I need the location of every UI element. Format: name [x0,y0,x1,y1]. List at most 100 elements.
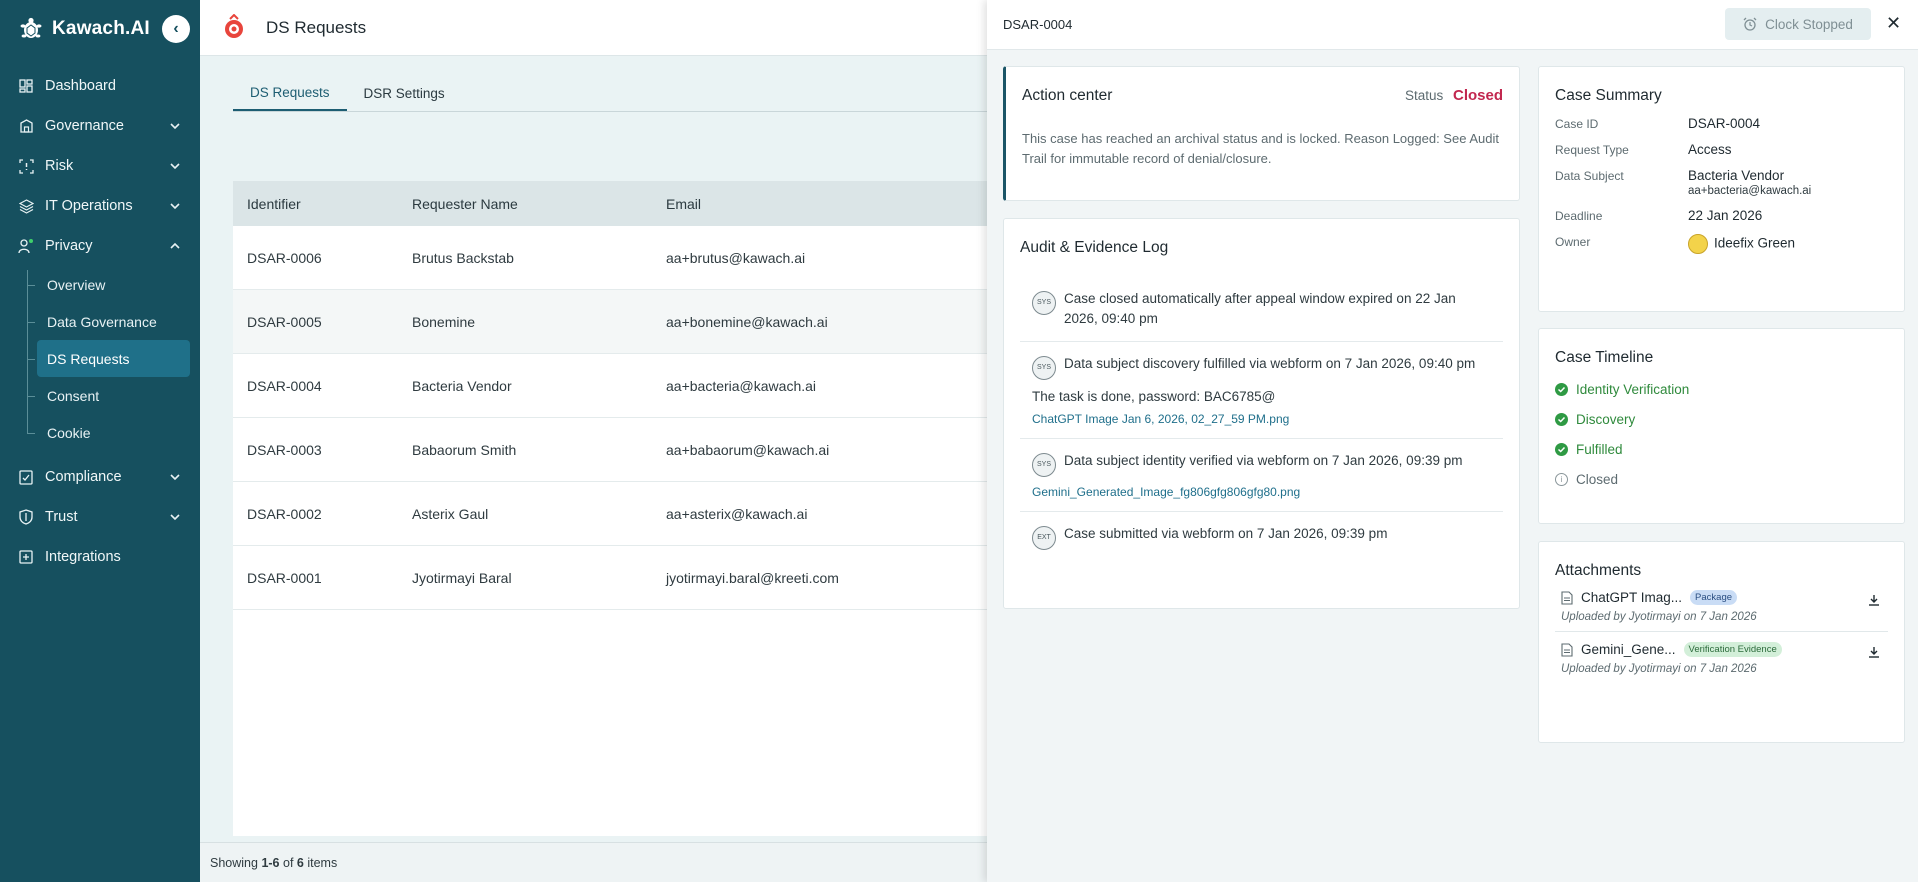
timeline-step-label: Fulfilled [1576,442,1623,457]
audit-attachment-link[interactable]: Gemini_Generated_Image_fg806gfg806gfg80.… [1032,485,1491,499]
attachments-card: Attachments ChatGPT Imag... Package Uplo… [1538,541,1905,743]
info-circle-icon: i [1555,473,1568,486]
drawer-case-id: DSAR-0004 [1003,17,1073,32]
audit-log-entry: SYS Data subject identity verified via w… [1020,439,1503,512]
audit-entry-text: Case closed automatically after appeal w… [1064,291,1456,326]
cell-requester-name: Babaorum Smith [412,441,517,458]
sidebar-item-it-operations[interactable]: IT Operations [0,186,200,226]
audit-entry-text: Case submitted via webform on 7 Jan 2026… [1064,526,1388,541]
attachment-name: Gemini_Gene... [1581,642,1676,657]
cell-identifier: DSAR-0006 [247,249,322,266]
sidebar-item-label: Privacy [45,238,93,254]
column-header-requester-name[interactable]: Requester Name [412,196,666,212]
cell-identifier: DSAR-0001 [247,569,322,586]
attachments-title: Attachments [1555,562,1642,579]
audit-log-entry: SYS Case closed automatically after appe… [1020,277,1503,342]
close-icon[interactable]: ✕ [1886,13,1901,34]
summary-row-data-subject: Data Subject Bacteria Vendor aa+bacteria… [1555,168,1888,197]
tab-ds-requests[interactable]: DS Requests [233,76,347,111]
sidebar: Kawach.AI ‹ Dashboard Governance Risk IT… [0,0,200,882]
shield-icon [18,509,34,525]
download-icon[interactable] [1868,594,1880,606]
timeline-step: Identity Verification [1555,382,1888,397]
app-logo-icon [225,13,243,38]
system-tag-icon: SYS [1032,356,1056,380]
summary-row-deadline: Deadline 22 Jan 2026 [1555,208,1888,223]
sidebar-item-label: Governance [45,118,124,134]
system-tag-icon: SYS [1032,291,1056,315]
summary-row-case-id: Case ID DSAR-0004 [1555,116,1888,131]
chevron-left-icon: ‹ [173,20,179,37]
status-badge: Closed [1452,87,1503,104]
sidebar-item-cookie[interactable]: Cookie [27,414,190,451]
audit-log-list: SYS Case closed automatically after appe… [1020,277,1503,562]
cell-identifier: DSAR-0005 [247,313,322,330]
check-circle-icon [1555,383,1568,396]
column-header-identifier[interactable]: Identifier [233,196,412,212]
sidebar-item-governance[interactable]: Governance [0,106,200,146]
clock-label: Clock Stopped [1765,16,1853,32]
sidebar-item-label: Dashboard [45,78,116,94]
download-icon[interactable] [1868,646,1880,658]
collapse-sidebar-button[interactable]: ‹ [162,15,190,43]
privacy-submenu: Overview Data Governance DS Requests Con… [0,266,200,451]
sidebar-item-ds-requests[interactable]: DS Requests [27,340,190,377]
audit-attachment-link[interactable]: ChatGPT Image Jan 6, 2026, 02_27_59 PM.p… [1032,412,1491,426]
audit-entry-text: Data subject discovery fulfilled via web… [1064,356,1476,371]
audit-log-title: Audit & Evidence Log [1020,239,1169,256]
cell-identifier: DSAR-0002 [247,505,322,522]
sidebar-item-consent[interactable]: Consent [27,377,190,414]
case-summary-title: Case Summary [1555,87,1662,104]
check-circle-icon [1555,443,1568,456]
footer-suffix: items [307,855,338,870]
sidebar-item-overview[interactable]: Overview [27,266,190,303]
timeline-step: Fulfilled [1555,442,1888,457]
sidebar-item-compliance[interactable]: Compliance [0,457,200,497]
audit-entry-note: The task is done, password: BAC6785@ [1032,389,1276,404]
deadline-value: 22 Jan 2026 [1688,208,1763,223]
pagination-summary: Showing 1-6 of 6 items [200,842,1000,882]
status-label: Status [1404,88,1444,103]
summary-row-owner: Owner Ideefix Green [1555,234,1888,254]
external-tag-icon: EXT [1032,526,1056,550]
case-detail-drawer: DSAR-0004 Clock Stopped ✕ Action center … [987,0,1918,882]
sidebar-item-trust[interactable]: Trust [0,497,200,537]
footer-range: 1-6 [261,855,280,870]
data-subject-email: aa+bacteria@kawach.ai [1688,185,1812,197]
file-icon [1561,642,1573,657]
sidebar-item-data-governance[interactable]: Data Governance [27,303,190,340]
cell-identifier: DSAR-0004 [247,377,322,394]
cell-requester-name: Asterix Gaul [412,505,489,522]
owner-value: Ideefix Green [1688,234,1795,254]
sidebar-item-privacy[interactable]: Privacy [0,226,200,266]
layers-icon [18,198,34,214]
tab-dsr-settings[interactable]: DSR Settings [347,76,462,111]
sidebar-item-risk[interactable]: Risk [0,146,200,186]
sidebar-item-integrations[interactable]: Integrations [0,537,200,577]
request-type-value: Access [1688,142,1732,157]
case-id-value: DSAR-0004 [1688,116,1761,131]
deadline-label: Deadline [1555,209,1603,223]
attachment-item[interactable]: Gemini_Gene... Verification Evidence Upl… [1555,632,1888,683]
chevron-down-icon [170,203,180,210]
sidebar-item-label: Trust [45,509,78,525]
timeline-step-label: Identity Verification [1576,382,1690,397]
case-timeline-title: Case Timeline [1555,349,1654,366]
cell-requester-name: Jyotirmayi Baral [412,569,512,586]
sidebar-item-label: IT Operations [45,198,133,214]
sidebar-nav: Dashboard Governance Risk IT Operations [0,66,200,577]
attachment-item[interactable]: ChatGPT Imag... Package Uploaded by Jyot… [1555,580,1888,632]
owner-name: Ideefix Green [1714,235,1796,251]
chevron-up-icon [170,242,180,249]
audit-log-entry: EXT Case submitted via webform on 7 Jan … [1020,512,1503,562]
footer-prefix: Showing [210,855,258,870]
action-center-card: Action center Status Closed This case ha… [1003,66,1520,201]
cell-identifier: DSAR-0003 [247,441,322,458]
brand-name: Kawach.AI [52,18,150,39]
case-summary-card: Case Summary Case ID DSAR-0004 Request T… [1538,66,1905,312]
chevron-down-icon [170,163,180,170]
timeline-step-label: Discovery [1576,412,1636,427]
clock-stopped-button[interactable]: Clock Stopped [1725,8,1871,40]
chevron-down-icon [170,474,180,481]
sidebar-item-dashboard[interactable]: Dashboard [0,66,200,106]
